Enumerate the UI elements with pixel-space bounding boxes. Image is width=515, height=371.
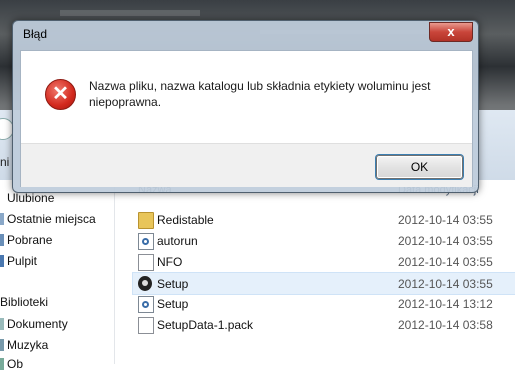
organize-menu[interactable]: ni [0,155,9,169]
settings-file-icon [138,296,154,313]
settings-file-icon [138,233,154,250]
file-row[interactable]: Setup 2012-10-14 13:12 [133,293,515,314]
file-row[interactable]: SetupData-1.pack 2012-10-14 03:58 [133,314,515,335]
sidebar-item-pictures[interactable]: Ob [0,357,23,371]
error-message: Nazwa pliku, nazwa katalogu lub składnia… [89,79,431,109]
sidebar-item-downloads[interactable]: Pobrane [0,233,52,247]
pictures-icon [0,358,4,370]
folder-icon [138,212,154,229]
error-icon: ✕ [45,79,76,110]
sidebar-item-favorites[interactable]: Ulubione [0,191,54,205]
navigation-pane: Ulubione Ostatnie miejsca Pobrane Pulpit… [0,180,115,371]
file-row-selected[interactable]: Setup 2012-10-14 03:55 [132,272,515,295]
sidebar-item-documents[interactable]: Dokumenty [0,317,68,331]
file-row[interactable]: autorun 2012-10-14 03:55 [133,230,515,251]
document-icon [138,317,154,334]
star-icon [0,192,4,204]
sidebar-item-music[interactable]: Muzyka [0,338,48,352]
desktop-icon [0,255,4,267]
music-icon [0,339,4,351]
downloads-icon [0,234,4,246]
documents-icon [0,318,4,330]
sidebar-item-libraries[interactable]: Biblioteki [0,295,48,309]
sidebar-item-recent[interactable]: Ostatnie miejsca [0,212,96,226]
file-list: Nazwa Data modyfikacji Redistable 2012-1… [115,180,515,364]
dialog-title: Błąd [23,27,48,41]
error-dialog: Błąd x ✕ Nazwa pliku, nazwa katalogu lub… [12,20,479,193]
recent-places-icon [0,213,4,225]
document-icon [138,254,154,271]
close-button[interactable]: x [429,22,473,42]
ok-button[interactable]: OK [376,155,463,179]
dialog-footer: OK [21,143,472,187]
radiation-icon [138,276,152,291]
dialog-body: ✕ Nazwa pliku, nazwa katalogu lub składn… [20,50,473,187]
file-row[interactable]: Redistable 2012-10-14 03:55 [133,209,515,230]
file-row[interactable]: NFO 2012-10-14 03:55 [133,251,515,272]
sidebar-item-desktop[interactable]: Pulpit [0,254,37,268]
